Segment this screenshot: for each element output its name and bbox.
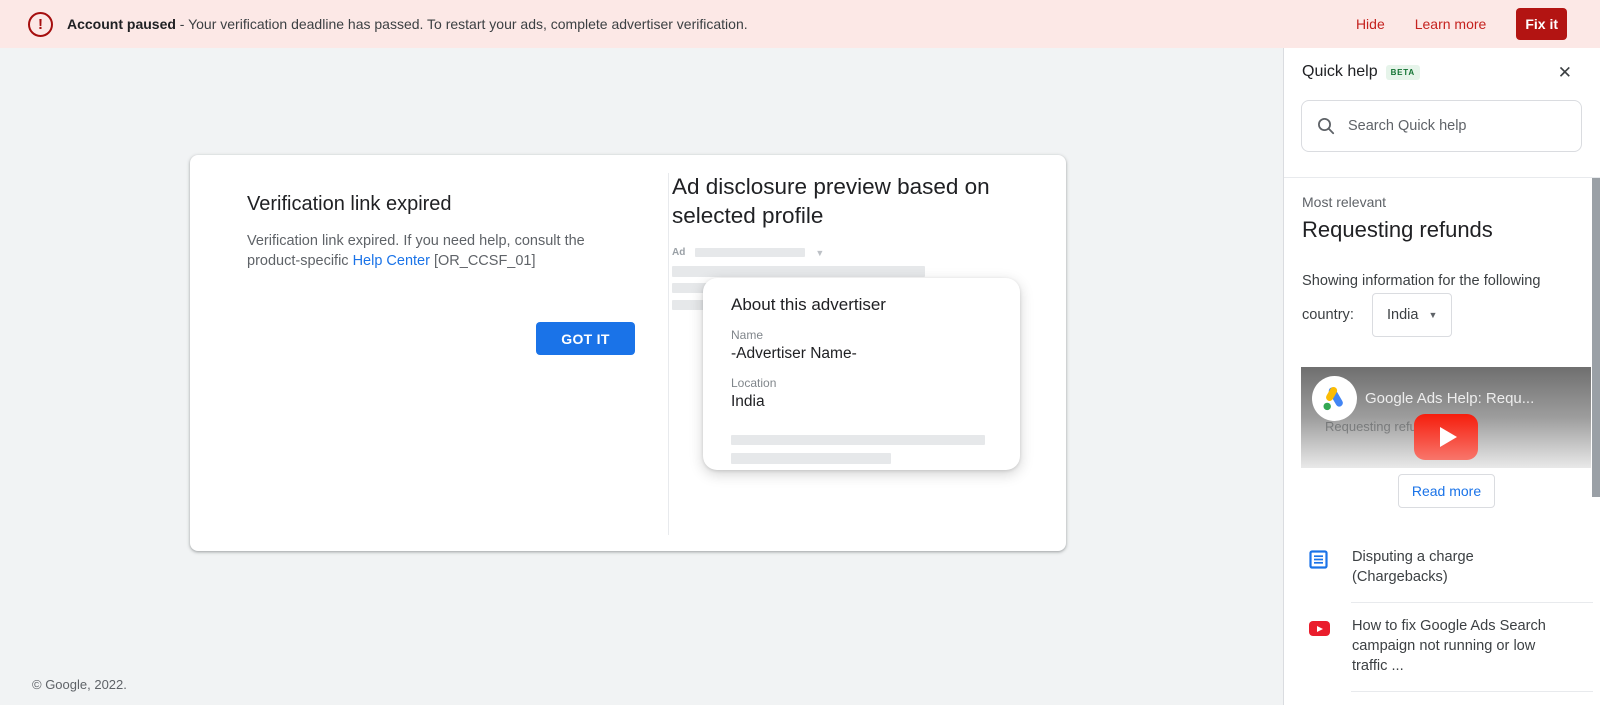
- alert-glyph: !: [38, 16, 43, 33]
- beta-badge: BETA: [1386, 65, 1420, 80]
- dialog-body: Verification link expired. If you need h…: [247, 231, 602, 271]
- country-sentence: Showing information for the following co…: [1302, 270, 1588, 337]
- read-more-button[interactable]: Read more: [1398, 474, 1495, 508]
- banner-message: Account paused - Your verification deadl…: [67, 16, 748, 32]
- search-icon: [1316, 116, 1336, 136]
- quick-help-search[interactable]: [1301, 100, 1582, 152]
- got-it-button[interactable]: GOT IT: [536, 322, 635, 355]
- card-divider: [668, 173, 669, 535]
- quick-help-panel: Quick help BETA ✕ Most relevant Requesti…: [1283, 48, 1600, 705]
- preview-title: Ad disclosure preview based on selected …: [672, 172, 1007, 230]
- about-card-title: About this advertiser: [731, 295, 992, 315]
- dialog-body-code: [OR_CCSF_01]: [430, 253, 536, 269]
- dialog-title: Verification link expired: [247, 193, 452, 216]
- panel-divider: [1284, 177, 1600, 178]
- search-input[interactable]: [1348, 118, 1548, 134]
- name-label: Name: [731, 328, 992, 342]
- skeleton-ad-row: Ad ▼: [672, 247, 824, 258]
- chevron-down-icon: ▼: [1428, 304, 1437, 327]
- about-advertiser-card: About this advertiser Name -Advertiser N…: [703, 278, 1020, 470]
- copyright-text: © Google, 2022.: [32, 677, 127, 692]
- help-center-link[interactable]: Help Center: [353, 253, 430, 269]
- hide-link[interactable]: Hide: [1356, 16, 1385, 32]
- list-item[interactable]: How to fix Google Ads Search campaign no…: [1301, 603, 1593, 691]
- sidebar-scrollbar[interactable]: [1592, 178, 1600, 497]
- location-label: Location: [731, 376, 992, 390]
- close-icon[interactable]: ✕: [1558, 64, 1572, 81]
- list-item-label: Disputing a charge (Chargebacks): [1352, 547, 1562, 587]
- youtube-icon: [1309, 619, 1331, 636]
- topic-title: Requesting refunds: [1302, 217, 1493, 243]
- video-title: Google Ads Help: Requ...: [1365, 390, 1534, 407]
- banner-message-text: - Your verification deadline has passed.…: [176, 16, 748, 32]
- learn-more-link[interactable]: Learn more: [1415, 16, 1487, 32]
- quick-help-title: Quick help: [1302, 63, 1378, 81]
- account-paused-banner: ! Account paused - Your verification dea…: [0, 0, 1600, 48]
- most-relevant-label: Most relevant: [1302, 194, 1386, 210]
- google-ads-page: ! Account paused - Your verification dea…: [0, 0, 1600, 705]
- skeleton-bar: [731, 435, 985, 445]
- play-button[interactable]: [1414, 414, 1478, 460]
- alert-circle-icon: !: [28, 12, 53, 37]
- list-item[interactable]: Disputing a charge (Chargebacks): [1301, 534, 1593, 602]
- banner-actions: Hide Learn more Fix it: [1356, 0, 1567, 48]
- fix-it-button[interactable]: Fix it: [1516, 8, 1567, 40]
- skeleton-bar: [695, 248, 805, 257]
- list-item[interactable]: Unauthorized Google Ads: [1301, 692, 1593, 705]
- location-value: India: [731, 393, 992, 411]
- article-list: Disputing a charge (Chargebacks) How to …: [1301, 534, 1593, 705]
- video-thumbnail[interactable]: Google Ads Help: Requ... Requesting refu…: [1301, 367, 1591, 468]
- chevron-down-icon: ▼: [815, 248, 824, 258]
- quick-help-header: Quick help BETA ✕: [1302, 63, 1572, 81]
- banner-title: Account paused: [67, 16, 176, 32]
- main-content: Verification link expired Verification l…: [0, 48, 1283, 705]
- list-item-label: How to fix Google Ads Search campaign no…: [1352, 616, 1562, 676]
- verification-dialog-card: Verification link expired Verification l…: [190, 155, 1066, 551]
- play-icon: [1440, 427, 1457, 447]
- skeleton-bar: [731, 453, 891, 464]
- country-value: India: [1387, 304, 1418, 327]
- country-dropdown[interactable]: India ▼: [1372, 293, 1452, 337]
- google-ads-logo: [1312, 376, 1357, 421]
- skeleton-bar: [672, 266, 925, 277]
- article-icon: [1309, 550, 1331, 569]
- name-value: -Advertiser Name-: [731, 345, 992, 363]
- ad-label: Ad: [672, 247, 685, 258]
